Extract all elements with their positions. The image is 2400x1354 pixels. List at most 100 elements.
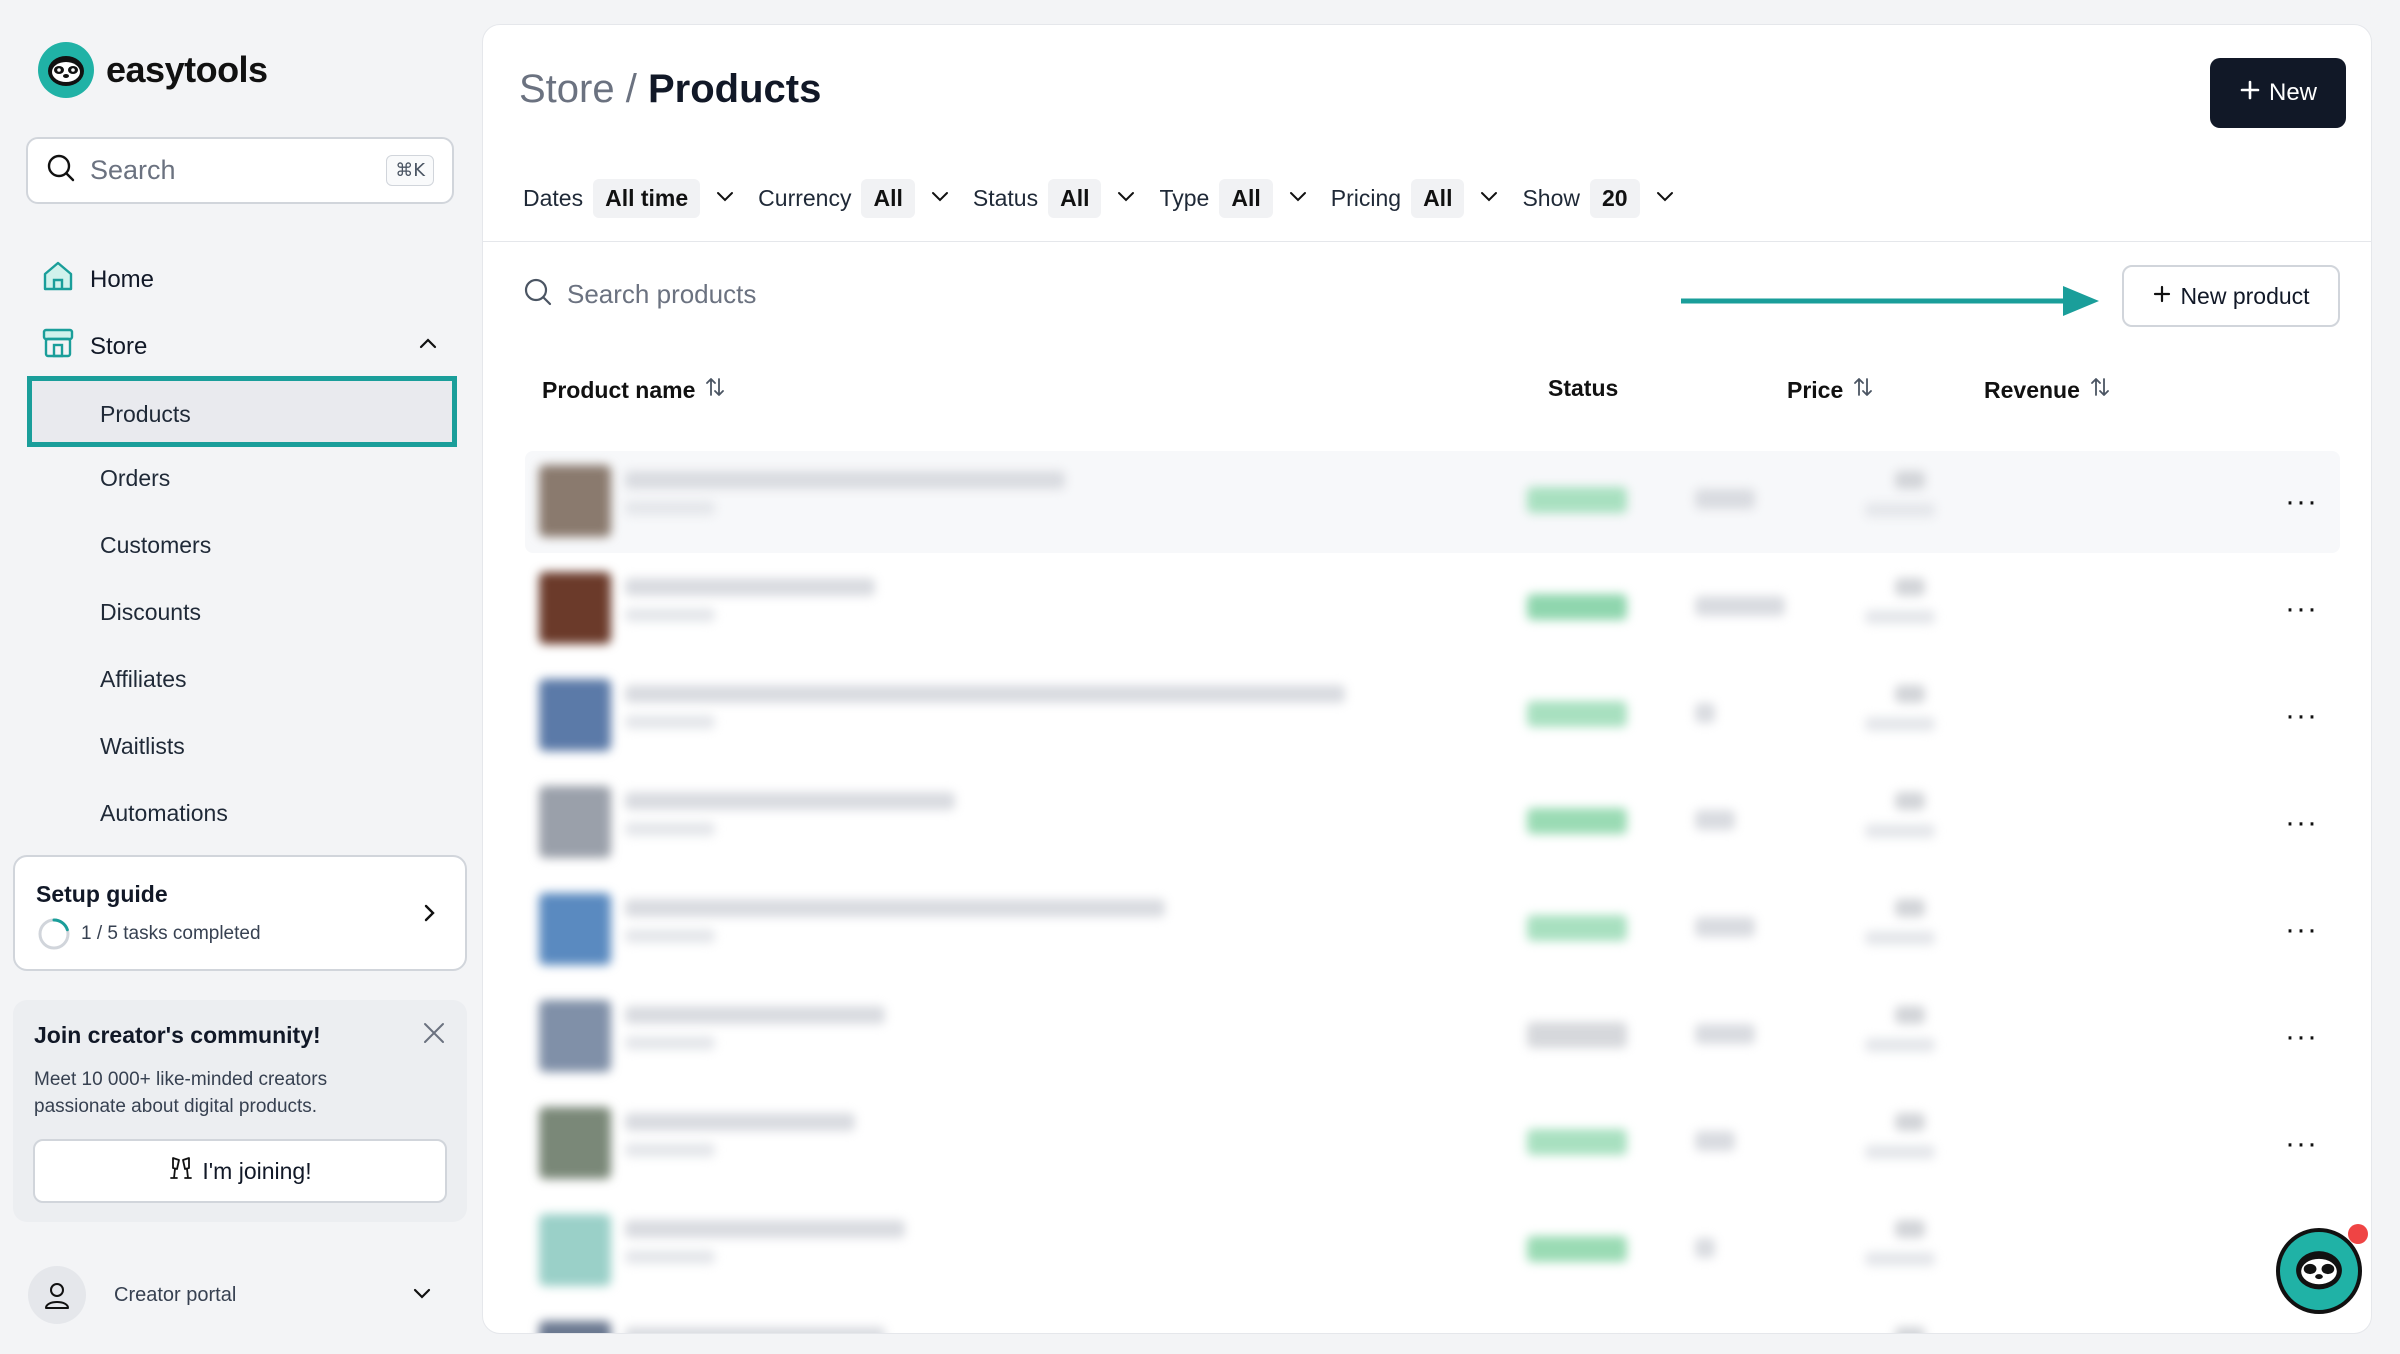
filter-status[interactable]: Status All — [973, 179, 1138, 218]
sort-icon — [2088, 375, 2112, 405]
product-search-input[interactable]: Search products — [523, 277, 756, 312]
row-menu-icon[interactable]: ··· — [2285, 699, 2318, 733]
nav-home[interactable]: Home — [40, 258, 154, 301]
user-icon — [28, 1266, 86, 1324]
status-badge-blur — [1527, 915, 1627, 941]
row-menu-icon[interactable]: ··· — [2285, 1020, 2318, 1054]
table-row[interactable]: ··· — [525, 665, 2340, 767]
logo[interactable]: easytools — [38, 42, 268, 98]
product-thumbnail — [539, 1214, 611, 1286]
product-name-blur — [625, 1006, 885, 1024]
filter-label: Type — [1159, 185, 1210, 211]
product-meta-blur — [625, 822, 715, 836]
table-row[interactable]: ··· — [525, 1200, 2340, 1302]
sidebar-search-input[interactable]: Search ⌘K — [26, 137, 454, 204]
price-blur — [1695, 1238, 1715, 1258]
plus-icon — [2239, 79, 2261, 108]
sidebar: easytools Search ⌘K Home Store Products … — [0, 0, 480, 1354]
setup-guide-card[interactable]: Setup guide 1 / 5 tasks completed — [13, 855, 467, 971]
price-blur — [1695, 1024, 1755, 1044]
community-description: Meet 10 000+ like-minded creators passio… — [34, 1069, 328, 1117]
community-title: Join creator's community! — [34, 1022, 321, 1048]
product-name-blur — [625, 899, 1165, 917]
filter-pricing[interactable]: Pricing All — [1331, 179, 1501, 218]
row-menu-icon[interactable]: ··· — [2285, 485, 2318, 519]
price-blur — [1695, 489, 1755, 509]
row-menu-icon[interactable]: ··· — [2285, 1127, 2318, 1161]
product-name-blur — [625, 685, 1345, 703]
column-header-product-name[interactable]: Product name — [542, 375, 727, 405]
close-icon[interactable] — [421, 1020, 447, 1051]
revenue-sub-blur — [1865, 1038, 1935, 1052]
filter-currency[interactable]: Currency All — [758, 179, 951, 218]
community-card: Join creator's community! Meet 10 000+ l… — [13, 1000, 467, 1222]
annotation-arrow-icon — [1678, 281, 2101, 326]
product-meta-blur — [625, 929, 715, 943]
filter-type[interactable]: Type All — [1159, 179, 1308, 218]
table-row[interactable]: ··· — [525, 1093, 2340, 1195]
revenue-blur — [1895, 1006, 1925, 1024]
table-row[interactable]: ··· — [525, 451, 2340, 553]
main-panel: Store / Products New Dates All time Curr… — [482, 24, 2372, 1334]
price-blur — [1695, 810, 1735, 830]
filter-value: All — [1219, 179, 1273, 218]
breadcrumb[interactable]: Store — [519, 67, 615, 111]
status-badge-blur — [1527, 1022, 1627, 1048]
creator-portal-switcher[interactable]: Creator portal — [28, 1265, 434, 1325]
revenue-blur — [1895, 792, 1925, 810]
product-search-placeholder: Search products — [567, 279, 757, 309]
revenue-sub-blur — [1865, 503, 1935, 517]
revenue-sub-blur — [1865, 717, 1935, 731]
product-name-blur — [625, 1220, 905, 1238]
filter-dates[interactable]: Dates All time — [523, 179, 736, 218]
new-button[interactable]: New — [2210, 58, 2346, 128]
filter-value: 20 — [1590, 179, 1640, 218]
product-thumbnail — [539, 679, 611, 751]
product-name-blur — [625, 578, 875, 596]
table-row[interactable]: ··· — [525, 986, 2340, 1088]
product-thumbnail — [539, 572, 611, 644]
setup-guide-progress: 1 / 5 tasks completed — [81, 923, 261, 944]
column-header-price[interactable]: Price — [1787, 375, 1875, 405]
revenue-sub-blur — [1865, 1145, 1935, 1159]
nav-store[interactable]: Store — [40, 325, 440, 368]
breadcrumb-separator: / — [625, 67, 637, 111]
row-menu-icon[interactable]: ··· — [2285, 913, 2318, 947]
chevron-up-icon[interactable] — [416, 331, 440, 362]
sidebar-item-discounts[interactable]: Discounts — [100, 599, 201, 626]
home-icon — [40, 258, 76, 301]
revenue-blur — [1895, 1327, 1925, 1333]
sidebar-item-customers[interactable]: Customers — [100, 532, 211, 559]
new-product-button[interactable]: New product — [2122, 265, 2340, 327]
chevron-right-icon — [417, 901, 441, 930]
join-button-label: I'm joining! — [202, 1157, 312, 1184]
table-row[interactable]: ··· — [525, 558, 2340, 660]
sort-icon — [1851, 375, 1875, 405]
nav-home-label: Home — [90, 265, 155, 293]
filter-label: Show — [1522, 185, 1580, 211]
filter-bar: Dates All time Currency All Status All T… — [523, 179, 1698, 218]
status-badge-blur — [1527, 487, 1627, 513]
join-community-button[interactable]: I'm joining! — [33, 1139, 447, 1203]
search-shortcut: ⌘K — [386, 155, 434, 186]
table-row[interactable]: ··· — [525, 1307, 2340, 1333]
sidebar-item-products[interactable]: Products — [27, 376, 457, 447]
chevron-down-icon — [929, 185, 951, 213]
product-meta-blur — [625, 1143, 715, 1157]
sidebar-item-orders[interactable]: Orders — [100, 465, 170, 492]
sidebar-item-affiliates[interactable]: Affiliates — [100, 666, 187, 693]
table-row[interactable]: ··· — [525, 879, 2340, 981]
filter-show[interactable]: Show 20 — [1522, 179, 1675, 218]
chat-support-button[interactable] — [2276, 1228, 2362, 1314]
filter-value: All time — [593, 179, 701, 218]
search-icon — [523, 277, 553, 312]
sidebar-item-waitlists[interactable]: Waitlists — [100, 733, 185, 760]
row-menu-icon[interactable]: ··· — [2285, 592, 2318, 626]
sidebar-item-automations[interactable]: Automations — [100, 800, 228, 827]
table-row[interactable]: ··· — [525, 772, 2340, 874]
row-menu-icon[interactable]: ··· — [2285, 806, 2318, 840]
column-header-revenue[interactable]: Revenue — [1984, 375, 2112, 405]
revenue-sub-blur — [1865, 931, 1935, 945]
column-header-status: Status — [1548, 375, 1618, 402]
nav-store-label: Store — [90, 332, 148, 360]
